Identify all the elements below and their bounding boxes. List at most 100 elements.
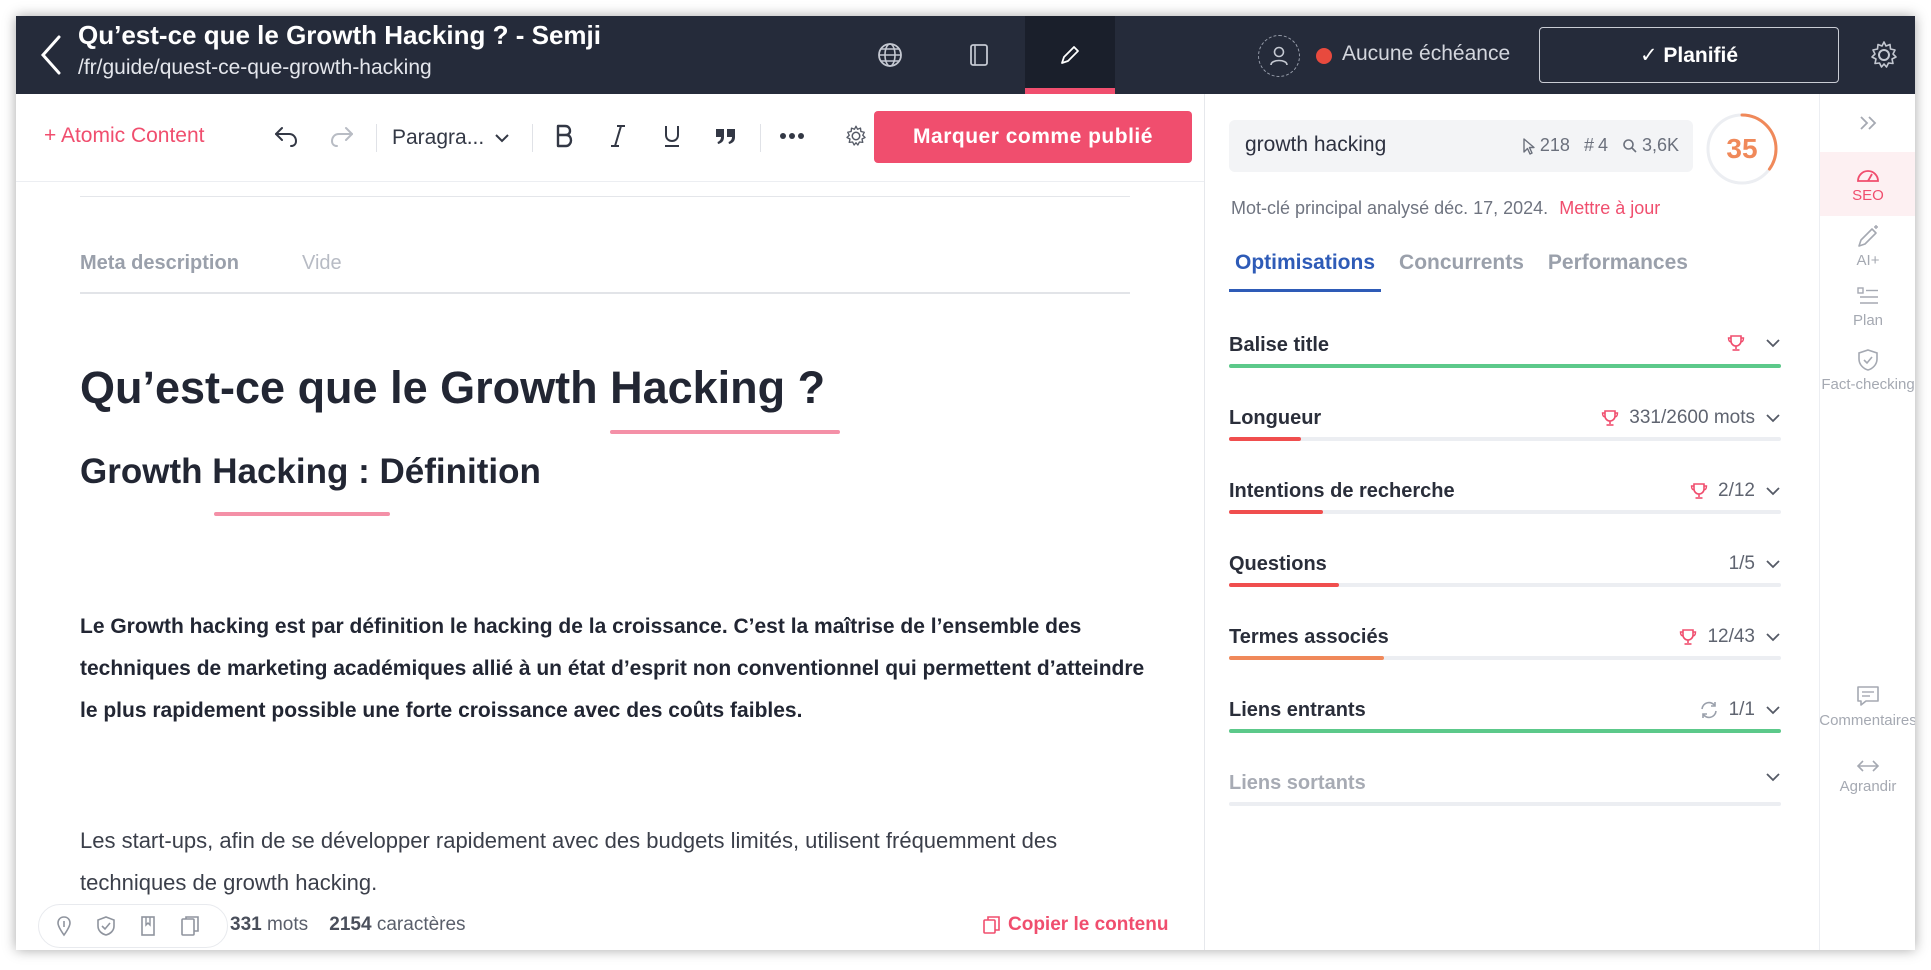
block-type-select[interactable]: Paragra... [392,120,510,156]
criterion-progress-track [1229,583,1781,587]
settings-button[interactable] [1868,39,1900,71]
comment-icon [1857,686,1879,706]
footer-tools [38,904,228,948]
body-paragraph[interactable]: Les start-ups, afin de se développer rap… [80,820,1150,902]
criterion-row[interactable]: Balise title [1229,334,1781,394]
rail-label-ai: AI+ [1856,252,1880,269]
position-value: 4 [1597,135,1608,155]
heading-h2[interactable]: Growth Hacking : Définition [80,452,541,492]
rail-item-expand[interactable]: Agrandir [1820,758,1915,814]
status-button[interactable]: ✓ Planifié [1539,27,1839,83]
analysis-info: Mot-clé principal analysé déc. 17, 2024.… [1231,198,1660,219]
tab-document-view[interactable] [935,16,1025,94]
copy-content-button[interactable]: Copier le contenu [982,914,1168,936]
criterion-label: Liens sortants [1229,772,1366,794]
spellcheck-underline [610,430,840,434]
back-button[interactable] [34,30,68,80]
clicks-value: 218 [1539,135,1570,155]
expand-horizontal-icon [1856,760,1880,772]
bookmark-tool[interactable] [133,911,163,941]
pin-tool[interactable] [49,911,79,941]
redo-button[interactable] [324,118,360,154]
editor-content[interactable]: Meta description Vide Qu’est-ce que le G… [16,182,1204,902]
criterion-status: 1/1 [1699,699,1781,721]
undo-button[interactable] [268,118,304,154]
trophy-icon [1602,410,1619,426]
meta-description-label: Meta description [80,252,239,274]
intro-paragraph[interactable]: Le Growth hacking est par définition le … [80,606,1150,732]
criterion-row[interactable]: Longueur 331/2600 mots [1229,407,1781,467]
more-options-button[interactable] [774,118,810,154]
mark-published-button[interactable]: Marquer comme publié [874,111,1192,163]
criterion-value: 2/12 [1718,480,1755,501]
criterion-value: 1/1 [1728,699,1755,720]
bookmark-icon [141,916,155,936]
criterion-row[interactable]: Questions 1/5 [1229,553,1781,613]
shield-tool[interactable] [91,911,121,941]
pages-tool[interactable] [175,911,205,941]
tab-optimisations[interactable]: Optimisations [1229,248,1382,292]
magic-pen-icon [1858,225,1878,247]
criterion-progress-track [1229,656,1781,660]
criterion-row[interactable]: Intentions de recherche 2/12 [1229,480,1781,540]
quote-button[interactable] [708,118,744,154]
deadline-label[interactable]: Aucune échéance [1342,42,1510,66]
assignee-button[interactable] [1258,35,1300,77]
keyword-box[interactable]: growth hacking 218 # 4 3,6K [1229,120,1693,172]
volume-value: 3,6K [1641,135,1679,155]
position-stat: # 4 [1584,135,1608,156]
criterion-label: Liens entrants [1229,699,1366,721]
globe-icon [878,43,902,67]
content-score[interactable]: 35 [1705,112,1779,186]
criterion-label: Termes associés [1229,626,1389,648]
bold-button[interactable] [546,118,582,154]
criterion-label: Balise title [1229,334,1330,356]
atomic-content-button[interactable]: + Atomic Content [44,124,205,148]
word-count-label: mots [266,914,309,935]
criterion-status [1755,772,1781,782]
undo-icon [275,127,298,147]
update-link[interactable]: Mettre à jour [1559,198,1660,218]
editor-toolbar: + Atomic Content Paragra... Marquer comm… [16,94,1204,182]
tab-performances[interactable]: Performances [1542,248,1694,292]
chevron-down-icon [1766,633,1780,642]
rail-item-fact-checking[interactable]: Fact-checking [1820,348,1915,404]
shield-icon [97,916,115,936]
toolbar-divider [532,124,533,152]
meta-description-underline [80,292,1130,294]
meta-description-input[interactable]: Vide [302,252,342,275]
editor-settings-button[interactable] [838,118,874,154]
pencil-icon [1061,46,1079,64]
criterion-row[interactable]: Termes associés 12/43 [1229,626,1781,686]
underline-button[interactable] [654,118,690,154]
criterion-value: 331/2600 mots [1629,407,1755,428]
criterion-progress-fill [1229,437,1301,441]
document-url[interactable]: /fr/guide/quest-ce-que-growth-hacking [78,56,432,80]
rail-item-ai[interactable]: AI+ [1820,224,1915,280]
document-icon [970,44,988,66]
rail-label-expand: Agrandir [1839,778,1897,795]
rail-item-plan[interactable]: Plan [1820,286,1915,342]
criterion-row[interactable]: Liens entrants 1/1 [1229,699,1781,759]
outline-list-icon [1857,287,1878,304]
gear-icon [846,125,866,146]
tab-concurrents[interactable]: Concurrents [1393,248,1530,292]
keyword-value: growth hacking [1245,133,1387,156]
refresh-icon [1700,701,1717,719]
tab-web-view[interactable] [845,16,935,94]
separator-line [80,196,1130,197]
italic-button[interactable] [600,118,636,154]
heading-h1[interactable]: Qu’est-ce que le Growth Hacking ? [80,362,825,414]
chevron-down-icon [1766,414,1780,423]
rail-item-seo[interactable]: SEO [1820,152,1915,216]
collapse-button[interactable] [1820,106,1915,140]
trophy-icon [1680,629,1697,645]
tab-editor[interactable] [1025,16,1115,94]
copy-content-label: Copier le contenu [1008,914,1169,935]
word-count-value: 331 [230,914,262,935]
shield-check-icon [1858,349,1878,371]
rail-item-comments[interactable]: Commentaires [1819,684,1915,740]
criterion-row[interactable]: Liens sortants [1229,772,1781,832]
redo-icon [330,127,353,147]
right-rail: SEO AI+ Plan Fact-checking Commentaires … [1819,94,1915,950]
